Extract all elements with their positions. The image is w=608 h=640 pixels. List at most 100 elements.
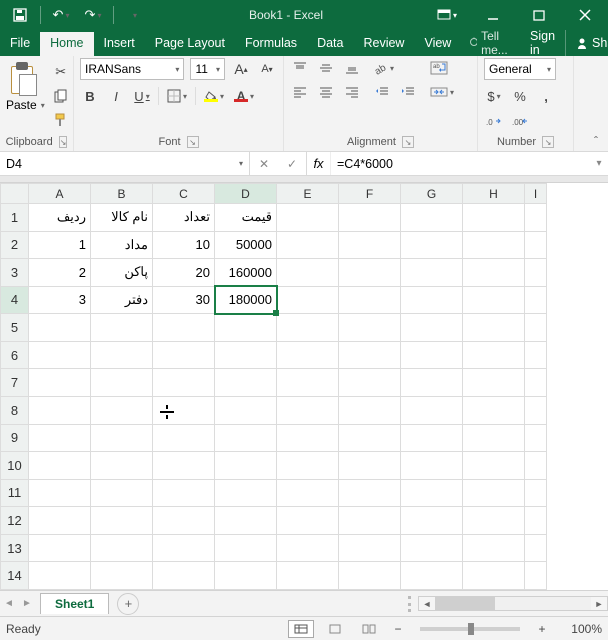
cell-H8[interactable]: [463, 396, 525, 424]
cell-F3[interactable]: [339, 259, 401, 287]
cell-B7[interactable]: [91, 369, 153, 397]
alignment-dialog-icon[interactable]: ↘: [402, 136, 414, 148]
cell-E2[interactable]: [277, 231, 339, 259]
cell-C13[interactable]: [153, 534, 215, 562]
decrease-decimal-icon[interactable]: .00: [510, 112, 530, 132]
col-header-A[interactable]: A: [29, 184, 91, 204]
row-header-10[interactable]: 10: [1, 452, 29, 480]
tab-insert[interactable]: Insert: [94, 32, 145, 56]
cell-I14[interactable]: [525, 562, 547, 590]
cell-H14[interactable]: [463, 562, 525, 590]
new-sheet-icon[interactable]: +: [117, 593, 139, 615]
cell-B2[interactable]: مداد: [91, 231, 153, 259]
clipboard-dialog-icon[interactable]: ↘: [59, 136, 68, 148]
cell-A1[interactable]: ردیف: [29, 204, 91, 232]
cell-I1[interactable]: [525, 204, 547, 232]
scroll-left-icon[interactable]: ◄: [419, 597, 435, 610]
cell-D2[interactable]: 50000: [215, 231, 277, 259]
tell-me[interactable]: Tell me...: [461, 30, 520, 56]
cell-I5[interactable]: [525, 314, 547, 342]
cell-G12[interactable]: [401, 507, 463, 535]
font-dialog-icon[interactable]: ↘: [187, 136, 199, 148]
cell-I6[interactable]: [525, 341, 547, 369]
cell-I7[interactable]: [525, 369, 547, 397]
sheet-nav-next-icon[interactable]: ►: [18, 598, 36, 609]
cell-F5[interactable]: [339, 314, 401, 342]
row-header-5[interactable]: 5: [1, 314, 29, 342]
font-color-icon[interactable]: A▾: [232, 86, 256, 106]
align-middle-icon[interactable]: [316, 58, 336, 78]
cell-E7[interactable]: [277, 369, 339, 397]
cell-E4[interactable]: [277, 286, 339, 314]
decrease-indent-icon[interactable]: [372, 82, 392, 102]
cell-F9[interactable]: [339, 424, 401, 452]
cell-B11[interactable]: [91, 479, 153, 507]
cell-A7[interactable]: [29, 369, 91, 397]
row-header-3[interactable]: 3: [1, 259, 29, 287]
formula-input[interactable]: =C4*6000: [331, 152, 590, 175]
shrink-font-icon[interactable]: A▾: [257, 59, 277, 79]
zoom-in-icon[interactable]: +: [534, 622, 550, 636]
cell-H2[interactable]: [463, 231, 525, 259]
cell-E8[interactable]: [277, 396, 339, 424]
sheet-tab[interactable]: Sheet1: [40, 593, 109, 614]
cell-E11[interactable]: [277, 479, 339, 507]
cell-D1[interactable]: قیمت: [215, 204, 277, 232]
cell-C6[interactable]: [153, 341, 215, 369]
cell-A10[interactable]: [29, 452, 91, 480]
increase-indent-icon[interactable]: [398, 82, 418, 102]
maximize-icon[interactable]: [516, 0, 562, 30]
cell-F2[interactable]: [339, 231, 401, 259]
row-header-2[interactable]: 2: [1, 231, 29, 259]
format-painter-icon[interactable]: [51, 110, 71, 130]
zoom-out-icon[interactable]: −: [390, 622, 406, 636]
minimize-icon[interactable]: [470, 0, 516, 30]
col-header-D[interactable]: D: [215, 184, 277, 204]
cell-G4[interactable]: [401, 286, 463, 314]
tab-review[interactable]: Review: [353, 32, 414, 56]
orientation-icon[interactable]: ab▾: [372, 58, 396, 78]
cell-B10[interactable]: [91, 452, 153, 480]
cell-A11[interactable]: [29, 479, 91, 507]
cell-H9[interactable]: [463, 424, 525, 452]
cell-C11[interactable]: [153, 479, 215, 507]
cell-H4[interactable]: [463, 286, 525, 314]
row-header-7[interactable]: 7: [1, 369, 29, 397]
sign-in-button[interactable]: Sign in: [520, 30, 565, 56]
font-name-select[interactable]: IRANSans▾: [80, 58, 184, 80]
cell-C10[interactable]: [153, 452, 215, 480]
cell-C4[interactable]: 30: [153, 286, 215, 314]
cell-I9[interactable]: [525, 424, 547, 452]
cell-D5[interactable]: [215, 314, 277, 342]
cell-I13[interactable]: [525, 534, 547, 562]
cell-D14[interactable]: [215, 562, 277, 590]
cell-I8[interactable]: [525, 396, 547, 424]
cell-A12[interactable]: [29, 507, 91, 535]
fill-color-icon[interactable]: ▾: [202, 86, 226, 106]
col-header-C[interactable]: C: [153, 184, 215, 204]
cell-A4[interactable]: 3: [29, 286, 91, 314]
cell-A13[interactable]: [29, 534, 91, 562]
zoom-value[interactable]: 100%: [558, 622, 602, 636]
row-header-11[interactable]: 11: [1, 479, 29, 507]
cell-A8[interactable]: [29, 396, 91, 424]
cell-D6[interactable]: [215, 341, 277, 369]
cell-B4[interactable]: دفتر: [91, 286, 153, 314]
cell-A2[interactable]: 1: [29, 231, 91, 259]
cell-G8[interactable]: [401, 396, 463, 424]
cell-C12[interactable]: [153, 507, 215, 535]
share-button[interactable]: Share: [565, 30, 608, 56]
cell-F10[interactable]: [339, 452, 401, 480]
cell-A3[interactable]: 2: [29, 259, 91, 287]
ribbon-display-icon[interactable]: ▾: [424, 0, 470, 30]
cell-E5[interactable]: [277, 314, 339, 342]
number-format-select[interactable]: General▾: [484, 58, 556, 80]
cell-I3[interactable]: [525, 259, 547, 287]
tab-home[interactable]: Home: [40, 32, 93, 56]
col-header-H[interactable]: H: [463, 184, 525, 204]
tab-view[interactable]: View: [414, 32, 461, 56]
cell-C7[interactable]: [153, 369, 215, 397]
save-icon[interactable]: [6, 3, 34, 27]
align-center-icon[interactable]: [316, 82, 336, 102]
cell-I4[interactable]: [525, 286, 547, 314]
